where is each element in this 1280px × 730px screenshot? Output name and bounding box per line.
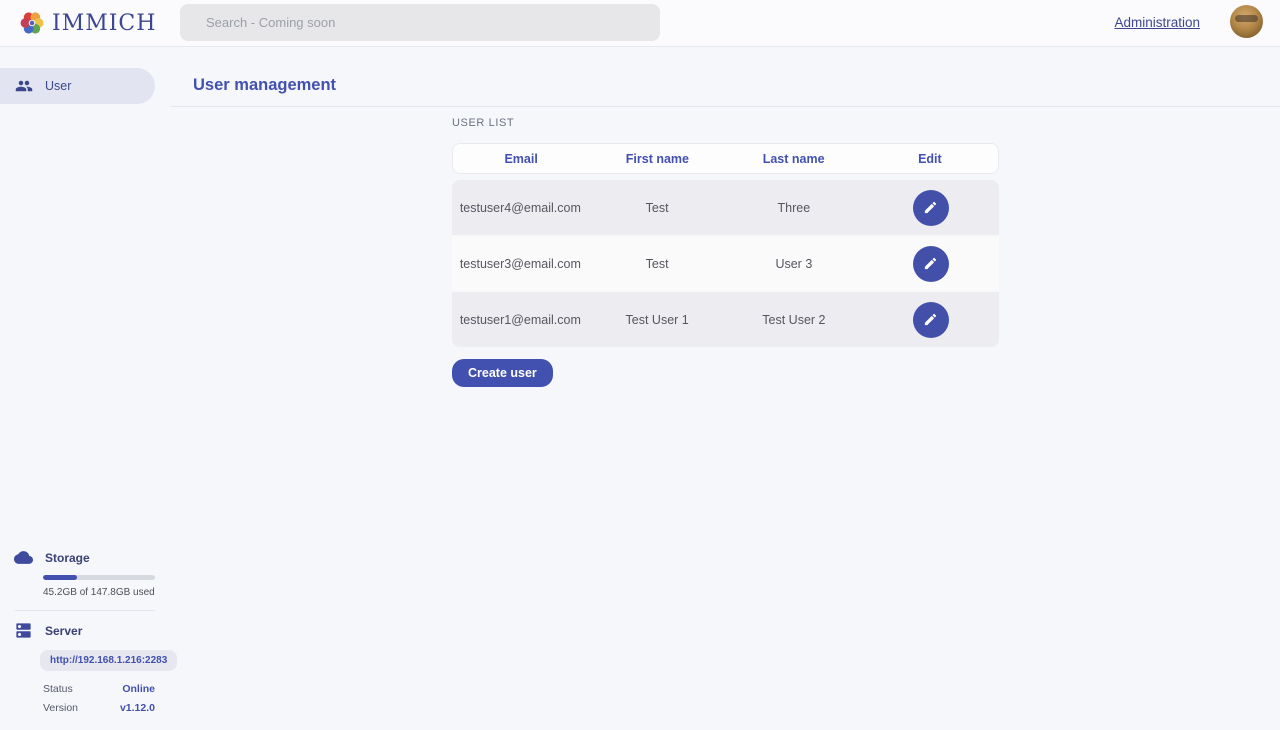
server-status-label: Status	[43, 683, 73, 695]
table-row: testuser4@email.com Test Three	[452, 180, 999, 235]
app-logo[interactable]: IMMICH	[18, 9, 156, 37]
cell-first-name: Test	[589, 201, 726, 215]
user-list-section: USER LIST Email First name Last name Edi…	[452, 117, 999, 387]
top-bar: IMMICH Administration	[0, 0, 1280, 47]
cell-last-name: Three	[726, 201, 863, 215]
admin-sidebar: User Storage 45.2GB of 147.8GB used	[0, 47, 171, 730]
cell-email: testuser1@email.com	[452, 313, 589, 327]
storage-usage-text: 45.2GB of 147.8GB used	[43, 587, 155, 598]
users-group-icon	[15, 77, 33, 95]
user-table-body: testuser4@email.com Test Three testuser3…	[452, 180, 999, 347]
server-version-label: Version	[43, 702, 78, 714]
server-url-badge: http://192.168.1.216:2283	[40, 650, 177, 671]
table-row: testuser1@email.com Test User 1 Test Use…	[452, 291, 999, 347]
table-row: testuser3@email.com Test User 3	[452, 235, 999, 291]
cell-first-name: Test	[589, 257, 726, 271]
cell-email: testuser3@email.com	[452, 257, 589, 271]
storage-progress-bar	[43, 575, 155, 580]
storage-title: Storage	[45, 551, 90, 565]
cell-first-name: Test User 1	[589, 313, 726, 327]
edit-user-button[interactable]	[913, 302, 949, 338]
edit-user-button[interactable]	[913, 190, 949, 226]
immich-flower-icon	[18, 9, 46, 37]
server-icon	[14, 621, 33, 640]
cell-last-name: User 3	[726, 257, 863, 271]
server-section-header: Server	[0, 621, 171, 640]
app-logo-text: IMMICH	[52, 11, 156, 36]
storage-progress-fill	[43, 575, 77, 580]
user-table-header: Email First name Last name Edit	[452, 143, 999, 174]
pencil-icon	[923, 312, 938, 327]
create-user-button[interactable]: Create user	[452, 359, 553, 387]
pencil-icon	[923, 200, 938, 215]
storage-section-header: Storage	[0, 548, 171, 567]
title-divider	[171, 106, 1280, 107]
cell-email: testuser4@email.com	[452, 201, 589, 215]
cell-last-name: Test User 2	[726, 313, 863, 327]
immich-admin-page: IMMICH Administration User Storage	[0, 0, 1280, 730]
server-version-value: v1.12.0	[120, 702, 155, 714]
user-avatar[interactable]	[1230, 5, 1263, 38]
search-input[interactable]	[180, 4, 660, 41]
cloud-icon	[14, 548, 33, 567]
server-title: Server	[45, 624, 82, 638]
column-header-edit: Edit	[862, 152, 998, 166]
administration-link[interactable]: Administration	[1114, 15, 1200, 30]
server-version-row: Version v1.12.0	[43, 702, 155, 714]
page-title: User management	[193, 76, 336, 95]
sidebar-item-user[interactable]: User	[0, 68, 155, 104]
sidebar-item-user-label: User	[45, 79, 71, 93]
column-header-email: Email	[453, 152, 589, 166]
sidebar-status-panel: Storage 45.2GB of 147.8GB used Server ht…	[0, 548, 171, 730]
server-status-value: Online	[122, 683, 155, 695]
server-status-row: Status Online	[43, 683, 155, 695]
user-list-heading: USER LIST	[452, 117, 999, 129]
pencil-icon	[923, 256, 938, 271]
sidebar-divider	[15, 610, 155, 611]
edit-user-button[interactable]	[913, 246, 949, 282]
column-header-last-name: Last name	[726, 152, 862, 166]
column-header-first-name: First name	[589, 152, 725, 166]
